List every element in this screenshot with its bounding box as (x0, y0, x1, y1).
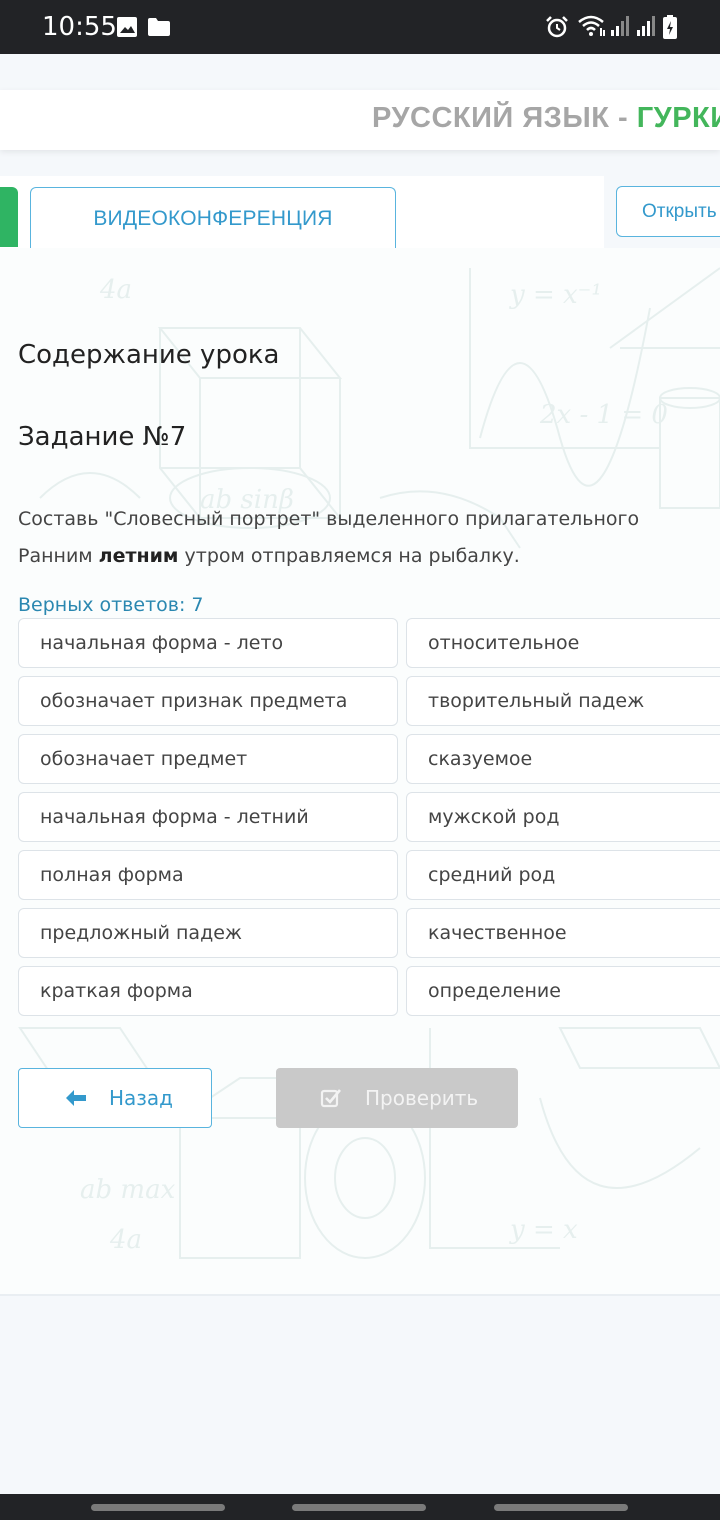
task-title: Задание №7 (18, 422, 187, 452)
option-right-1[interactable]: относительное (406, 618, 720, 668)
check-button-label: Проверить (365, 1086, 479, 1110)
course-title: РУССКИЙ ЯЗЫК - ГУРКИ (372, 102, 720, 135)
check-square-icon (320, 1089, 341, 1108)
lesson-title: Содержание урока (18, 340, 280, 370)
wifi-icon (578, 15, 605, 36)
status-time: 10:55 (42, 12, 117, 42)
battery-icon (663, 15, 677, 39)
option-left-1[interactable]: начальная форма - лето (18, 618, 398, 668)
folder-icon (148, 18, 170, 36)
option-right-4[interactable]: мужской род (406, 792, 720, 842)
back-button[interactable]: Назад (18, 1068, 212, 1128)
option-left-3[interactable]: обозначает предмет (18, 734, 398, 784)
task-instruction: Составь "Словесный портрет" выделенного … (18, 508, 640, 530)
task-sentence: Ранним летним утром отправляемся на рыба… (18, 545, 520, 567)
tab-active-indicator[interactable] (0, 187, 18, 247)
signal-icon-2 (637, 16, 655, 36)
svg-text:ab max: ab max (80, 1175, 176, 1205)
nav-recent-apps[interactable] (91, 1504, 225, 1511)
option-left-7[interactable]: краткая форма (18, 966, 398, 1016)
open-button[interactable]: Открыть (616, 186, 720, 237)
tab-video-conference[interactable]: ВИДЕОКОНФЕРЕНЦИЯ (30, 187, 396, 249)
highlighted-word: летним (98, 545, 179, 567)
correct-answers-count: Верных ответов: 7 (18, 594, 204, 616)
signal-icon-1 (611, 16, 629, 36)
option-left-5[interactable]: полная форма (18, 850, 398, 900)
option-right-6[interactable]: качественное (406, 908, 720, 958)
option-right-5[interactable]: средний род (406, 850, 720, 900)
back-button-label: Назад (109, 1086, 174, 1110)
nav-back[interactable] (494, 1504, 628, 1511)
gallery-icon (117, 17, 137, 37)
sentence-end: утром отправляемся на рыбалку. (178, 545, 520, 567)
course-subject: РУССКИЙ ЯЗЫК - (372, 102, 637, 134)
option-right-3[interactable]: сказуемое (406, 734, 720, 784)
nav-home[interactable] (292, 1504, 426, 1511)
status-bar: 10:55 (0, 0, 720, 54)
course-header: РУССКИЙ ЯЗЫК - ГУРКИ (0, 90, 720, 150)
arrow-left-icon (66, 1090, 86, 1106)
alarm-icon (546, 16, 568, 38)
svg-text:y = x⁻¹: y = x⁻¹ (509, 280, 602, 310)
system-navigation-bar (0, 1494, 720, 1520)
sentence-start: Ранним (18, 545, 99, 567)
svg-text:2x - 1 = 0: 2x - 1 = 0 (539, 400, 668, 430)
lesson-content: 4a y = x⁻¹ 2x - 1 = 0 ab sinβ ab max 4a … (0, 248, 720, 1296)
option-left-6[interactable]: предложный падеж (18, 908, 398, 958)
option-left-4[interactable]: начальная форма - летний (18, 792, 398, 842)
svg-text:4a: 4a (109, 1225, 142, 1255)
course-teacher: ГУРКИ (636, 102, 720, 134)
check-button[interactable]: Проверить (276, 1068, 518, 1128)
option-right-7[interactable]: определение (406, 966, 720, 1016)
svg-text:y = x: y = x (509, 1215, 578, 1245)
svg-text:4a: 4a (99, 275, 132, 305)
option-left-2[interactable]: обозначает признак предмета (18, 676, 398, 726)
option-right-2[interactable]: творительный падеж (406, 676, 720, 726)
